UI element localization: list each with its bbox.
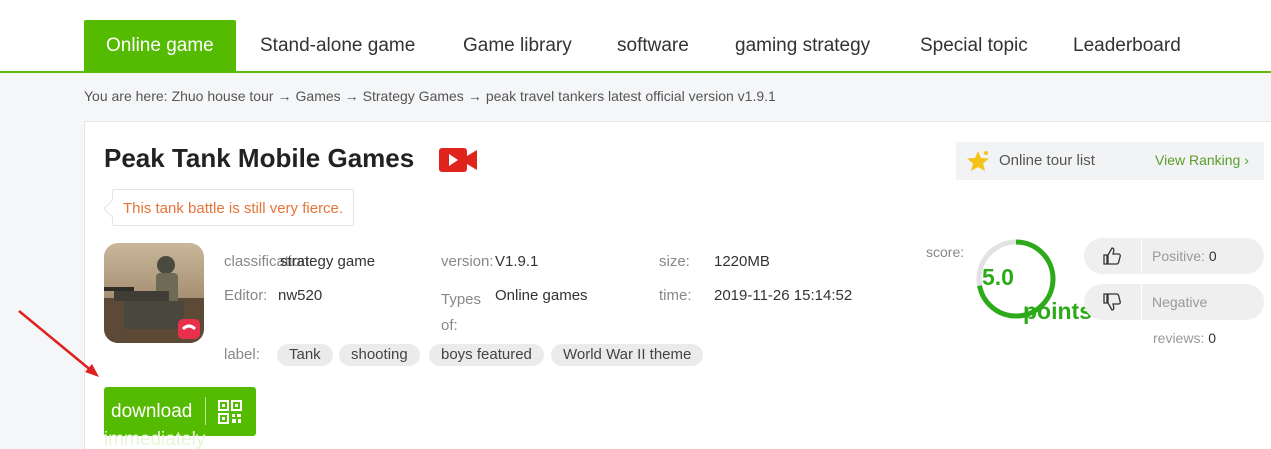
video-camera-icon[interactable] [438, 147, 478, 173]
tag-shooting[interactable]: shooting [339, 344, 420, 366]
breadcrumb-item[interactable]: Strategy Games [363, 88, 464, 104]
annotation-arrow-icon [18, 310, 99, 377]
download-button[interactable]: download immediately [104, 387, 256, 449]
download-divider [205, 397, 206, 425]
thumbs-down-icon [1103, 293, 1121, 311]
score-unit: points [1023, 298, 1092, 324]
breadcrumb-prefix: You are here: [84, 88, 168, 104]
positive-vote-text: Positive: 0 [1152, 248, 1217, 264]
download-label: download [111, 401, 193, 422]
types-value: Online games [495, 287, 588, 304]
negative-reviews-count: reviews: 0 [1153, 330, 1217, 346]
size-label: size: [659, 253, 690, 270]
game-app-icon [104, 243, 204, 343]
breadcrumb-item-current: peak travel tankers latest official vers… [485, 88, 776, 104]
top-nav: Online game Stand-alone game Game librar… [0, 0, 1271, 73]
qr-code-icon[interactable] [218, 400, 242, 424]
thumbs-up-icon [1103, 247, 1121, 265]
breadcrumb-item[interactable]: Zhuo house tour [172, 88, 274, 104]
editor-value: nw520 [278, 287, 323, 304]
vote-separator [1141, 238, 1142, 274]
nav-item-software[interactable]: software [617, 20, 689, 72]
nav-item-gaming-strategy[interactable]: gaming strategy [735, 20, 870, 72]
negative-vote-text: Negative [1152, 294, 1208, 310]
negative-vote-button[interactable]: Negative [1084, 284, 1264, 320]
types-label: Types of: [441, 291, 482, 334]
breadcrumb-separator: → [277, 88, 292, 104]
size-value: 1220MB [714, 253, 770, 270]
nav-item-online-game[interactable]: Online game [84, 20, 236, 72]
game-title: Peak Tank Mobile Games [104, 143, 415, 173]
view-ranking-link[interactable]: View Ranking › [1155, 152, 1249, 168]
breadcrumb: You are here: Zhuo house tour → Games → Strat… [84, 88, 780, 104]
breadcrumb-item[interactable]: Games [296, 88, 341, 104]
time-value: 2019-11-26 15:14:52 [714, 287, 853, 304]
nav-item-game-library[interactable]: Game library [463, 20, 572, 72]
version-value: V1.9.1 [495, 253, 539, 270]
positive-vote-button[interactable]: Positive: 0 [1084, 238, 1264, 274]
online-tour-list-box[interactable]: Online tour list View Ranking › [956, 142, 1264, 180]
classification-value: strategy game [280, 253, 376, 270]
nav-item-special-topic[interactable]: Special topic [920, 20, 1028, 72]
online-tour-list-title: Online tour list [999, 152, 1095, 169]
breadcrumb-separator: → [344, 88, 359, 104]
tags-label: label: [224, 346, 260, 363]
breadcrumb-separator: → [467, 88, 482, 104]
tag-tank[interactable]: Tank [277, 344, 333, 366]
editor-label: Editor: [224, 287, 268, 304]
download-sub-label: immediately [104, 429, 206, 449]
score-label: score: [926, 244, 965, 260]
tag-boys-featured[interactable]: boys featured [429, 344, 544, 366]
score-value: 5.0 [982, 264, 1014, 290]
nav-item-stand-alone-game[interactable]: Stand-alone game [260, 20, 415, 72]
star-icon [967, 151, 989, 171]
time-label: time: [659, 287, 692, 304]
chevron-right-icon: › [1244, 152, 1249, 168]
nav-item-leaderboard[interactable]: Leaderboard [1073, 20, 1181, 72]
tag-world-war-ii-theme[interactable]: World War II theme [551, 344, 704, 366]
version-label: version: [441, 253, 494, 270]
tagline-bubble: This tank battle is still very fierce. [112, 189, 355, 226]
vote-separator [1141, 284, 1142, 320]
